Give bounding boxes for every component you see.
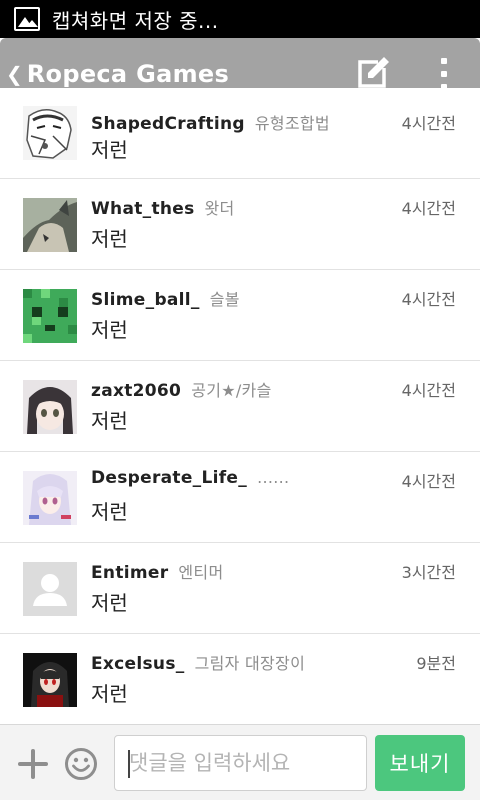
send-button[interactable]: 보내기 xyxy=(375,735,465,791)
comment-username[interactable]: Slime_ball_ 슬볼 xyxy=(91,286,240,310)
comment-username[interactable]: ShapedCrafting 유형조합법 xyxy=(91,110,330,134)
emoticon-button[interactable] xyxy=(64,747,98,781)
comment-nickname: 공기★/카슬 xyxy=(191,381,272,400)
comment-username[interactable]: Entimer 엔티머 xyxy=(91,559,223,583)
comment-nickname: 유형조합법 xyxy=(254,114,330,133)
comment-nickname: 그림자 대장장이 xyxy=(194,654,306,673)
comment-row[interactable]: ShapedCrafting 유형조합법 4시간전 저런 xyxy=(0,88,480,179)
avatar[interactable] xyxy=(23,380,77,434)
status-text: 캡쳐화면 저장 중... xyxy=(52,8,219,33)
avatar[interactable] xyxy=(23,106,77,160)
comment-message: 저런 xyxy=(91,409,128,433)
comment-row[interactable]: Desperate_Life_...... 4시간전 저런 xyxy=(0,452,480,543)
comment-time: 3시간전 xyxy=(401,563,456,582)
comment-message: 저런 xyxy=(91,138,128,162)
comment-input[interactable] xyxy=(114,735,367,791)
comment-time: 4시간전 xyxy=(401,114,456,133)
avatar[interactable] xyxy=(23,653,77,707)
comment-nickname: ...... xyxy=(257,468,290,487)
image-icon xyxy=(14,7,40,31)
comment-username[interactable]: zaxt2060 공기★/카슬 xyxy=(91,377,272,401)
avatar[interactable] xyxy=(23,198,77,252)
comment-message: 저런 xyxy=(91,682,128,706)
status-bar: 캡쳐화면 저장 중... xyxy=(0,0,480,38)
comment-message: 저런 xyxy=(91,500,128,524)
comment-time: 9분전 xyxy=(416,654,456,673)
comment-time: 4시간전 xyxy=(401,472,456,491)
comment-nickname: 엔티머 xyxy=(178,563,224,582)
avatar[interactable] xyxy=(23,289,77,343)
comment-nickname: 슬볼 xyxy=(209,290,240,309)
comment-message: 저런 xyxy=(91,227,128,251)
comment-username[interactable]: Desperate_Life_...... xyxy=(91,468,289,488)
comment-message: 저런 xyxy=(91,591,128,615)
comment-row[interactable]: Excelsus_ 그림자 대장장이 9분전 저런 xyxy=(0,634,480,724)
comment-time: 4시간전 xyxy=(401,381,456,400)
comment-time: 4시간전 xyxy=(401,290,456,309)
page-title[interactable]: Ropeca Games xyxy=(27,60,229,88)
comment-row[interactable]: What_thes 왓더 4시간전 저런 xyxy=(0,179,480,270)
avatar[interactable] xyxy=(23,471,77,525)
comment-time: 4시간전 xyxy=(401,199,456,218)
comment-nickname: 왓더 xyxy=(204,199,235,218)
text-caret xyxy=(128,750,130,778)
back-chevron-icon[interactable]: ❮ xyxy=(6,62,23,86)
comment-row[interactable]: Slime_ball_ 슬볼 4시간전 저런 xyxy=(0,270,480,361)
avatar[interactable] xyxy=(23,562,77,616)
add-attachment-button[interactable] xyxy=(18,749,48,779)
comment-message: 저런 xyxy=(91,318,128,342)
comment-username[interactable]: Excelsus_ 그림자 대장장이 xyxy=(91,650,305,674)
more-dot xyxy=(441,71,447,77)
comment-list[interactable]: ShapedCrafting 유형조합법 4시간전 저런 What_thes 왓더 … xyxy=(0,88,480,724)
more-dot xyxy=(441,58,447,64)
smiley-icon xyxy=(65,748,97,780)
comment-compose-bar: 보내기 xyxy=(0,724,480,800)
comment-row[interactable]: Entimer 엔티머 3시간전 저런 xyxy=(0,543,480,634)
comment-row[interactable]: zaxt2060 공기★/카슬 4시간전 저런 xyxy=(0,361,480,452)
comment-username[interactable]: What_thes 왓더 xyxy=(91,195,235,219)
